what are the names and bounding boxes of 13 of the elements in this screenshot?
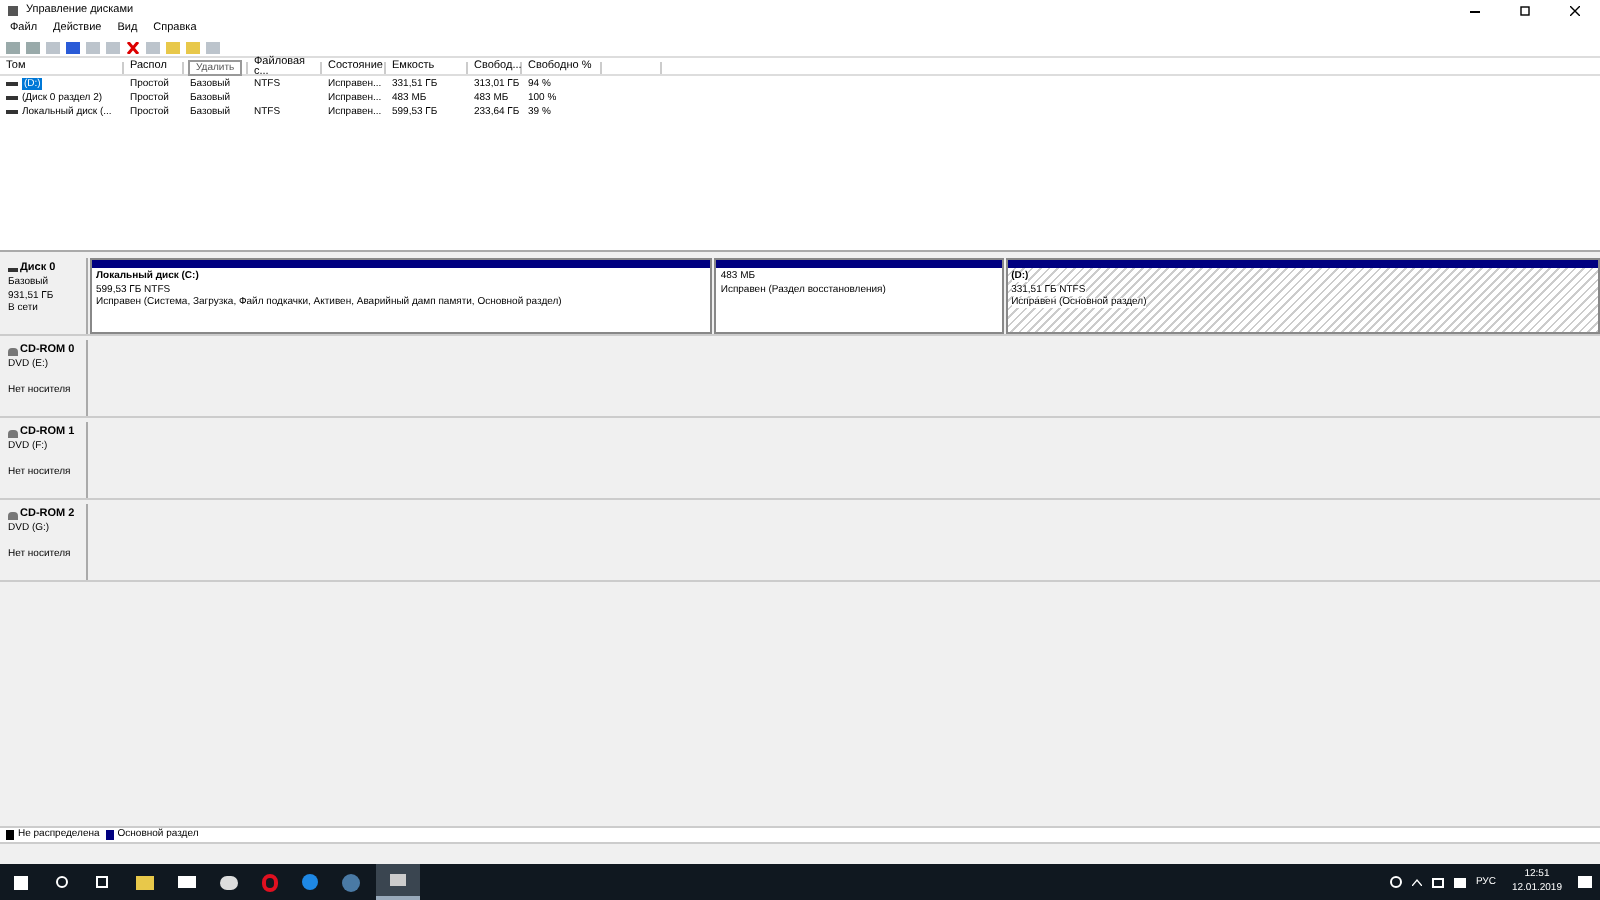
- disc-drive-icon: [8, 347, 18, 356]
- person-icon[interactable]: [1389, 876, 1402, 888]
- maximize-icon[interactable]: [1520, 6, 1530, 16]
- disc-drive-icon: [8, 511, 18, 520]
- chevron-up-icon[interactable]: [1411, 878, 1422, 886]
- task-view-icon[interactable]: [96, 876, 108, 888]
- browser-icon[interactable]: [262, 873, 278, 891]
- browser-icon[interactable]: [302, 874, 318, 890]
- search-icon[interactable]: [56, 876, 68, 888]
- disc-drive-icon: [8, 429, 18, 438]
- minimize-icon[interactable]: [1470, 9, 1480, 13]
- close-icon[interactable]: [1570, 6, 1580, 16]
- app-icon: [8, 6, 18, 16]
